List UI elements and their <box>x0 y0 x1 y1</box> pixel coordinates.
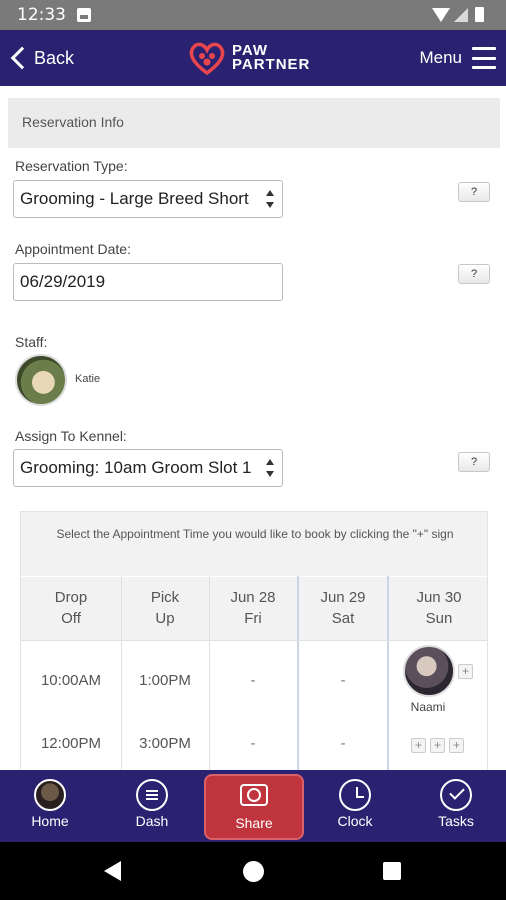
nav-share[interactable]: Share <box>204 774 304 840</box>
nav-home-label: Home <box>31 813 69 829</box>
row1-fri: - <box>250 672 256 689</box>
assign-kennel-label: Assign To Kennel: <box>15 428 127 444</box>
app-bar: Back PAW PARTNER Menu <box>0 30 506 86</box>
back-button[interactable]: Back <box>8 40 74 76</box>
appointment-date-label: Appointment Date: <box>15 241 131 257</box>
header-line: Fri <box>244 610 262 627</box>
nav-clock[interactable]: Clock <box>305 770 405 842</box>
logo-text: PAW PARTNER <box>232 43 311 73</box>
signal-icon <box>454 8 468 22</box>
reservation-type-label: Reservation Type: <box>15 158 128 174</box>
status-bar: 12:33 <box>0 0 506 30</box>
row1-drop-off: 10:00AM <box>40 672 102 689</box>
reservation-type-select[interactable]: Grooming - Large Breed Short <box>13 180 283 218</box>
booked-pet-avatar[interactable] <box>403 645 455 697</box>
row1-pick-up: 1:00PM <box>139 672 191 689</box>
schedule-instructions: Select the Appointment Time you would li… <box>21 512 487 576</box>
chevron-left-icon <box>10 46 34 70</box>
header-line: Jun 29 <box>320 589 366 606</box>
nav-tasks-label: Tasks <box>438 813 474 829</box>
assign-kennel-value: Grooming: 10am Groom Slot 1 <box>20 458 252 477</box>
dashboard-icon <box>136 779 168 811</box>
header-jun-28: Jun 28 Fri <box>209 577 297 640</box>
battery-icon <box>475 7 484 22</box>
camera-lens-icon <box>247 788 261 802</box>
reservation-type-value: Grooming - Large Breed Short <box>20 189 249 208</box>
staff-avatar[interactable] <box>15 354 67 406</box>
booked-pet-name: Naami <box>410 700 446 714</box>
menu-label: Menu <box>419 48 462 67</box>
header-line: Off <box>61 610 81 627</box>
add-slot-button[interactable]: + <box>430 738 445 753</box>
header-line: Jun 28 <box>230 589 276 606</box>
row2-sat: - <box>340 735 346 752</box>
avatar-icon <box>34 779 66 811</box>
heart-paw-logo-icon <box>189 42 225 75</box>
select-arrows-icon <box>266 459 274 477</box>
system-recents-icon[interactable] <box>383 862 401 880</box>
system-nav-bar <box>0 842 506 900</box>
row-divider <box>21 640 487 641</box>
reservation-type-help-button[interactable]: ? <box>458 182 490 202</box>
header-drop-off: Drop Off <box>21 577 121 640</box>
header-line: Sat <box>331 610 355 627</box>
staff-label: Staff: <box>15 334 48 350</box>
assign-kennel-select[interactable]: Grooming: 10am Groom Slot 1 <box>13 449 283 487</box>
logo-line2: PARTNER <box>232 56 311 73</box>
appointment-schedule-table: Select the Appointment Time you would li… <box>20 511 488 773</box>
assign-kennel-help-button[interactable]: ? <box>458 452 490 472</box>
appointment-date-input[interactable]: 06/29/2019 <box>13 263 283 301</box>
select-arrows-icon <box>266 190 274 208</box>
header-jun-29: Jun 29 Sat <box>299 577 387 640</box>
staff-name: Katie <box>75 373 101 385</box>
add-slot-button[interactable]: + <box>449 738 464 753</box>
section-title: Reservation Info <box>8 98 500 148</box>
system-back-icon[interactable] <box>104 861 121 881</box>
clock-icon <box>339 779 371 811</box>
header-line: Jun 30 <box>416 589 462 606</box>
header-line: Sun <box>425 610 453 627</box>
column-divider <box>387 576 389 772</box>
add-slot-button[interactable]: + <box>411 738 426 753</box>
row2-drop-off: 12:00PM <box>40 735 102 752</box>
back-label: Back <box>34 47 75 68</box>
image-notification-icon <box>77 8 91 22</box>
wifi-icon <box>432 8 450 22</box>
row2-pick-up: 3:00PM <box>139 735 191 752</box>
nav-tasks[interactable]: Tasks <box>406 770 506 842</box>
header-line: Drop <box>54 589 88 606</box>
header-line: Pick <box>150 589 180 606</box>
row2-fri: - <box>250 735 256 752</box>
nav-dash-label: Dash <box>135 813 169 829</box>
system-home-icon[interactable] <box>243 861 264 882</box>
nav-home[interactable]: Home <box>0 770 100 842</box>
bottom-nav: Home Dash Share Clock Tasks <box>0 770 506 842</box>
nav-dash[interactable]: Dash <box>102 770 202 842</box>
menu-button[interactable]: Menu <box>419 40 496 76</box>
status-time: 12:33 <box>17 5 66 25</box>
row1-sat: - <box>340 672 346 689</box>
paw-partner-logo: PAW PARTNER <box>188 40 328 76</box>
hamburger-icon <box>472 47 496 69</box>
header-jun-30: Jun 30 Sun <box>389 577 487 640</box>
add-slot-button[interactable]: + <box>458 664 473 679</box>
nav-clock-label: Clock <box>337 813 373 829</box>
appointment-date-help-button[interactable]: ? <box>458 264 490 284</box>
header-pick-up: Pick Up <box>121 577 209 640</box>
nav-share-label: Share <box>235 815 273 831</box>
check-icon <box>440 779 472 811</box>
status-icons <box>432 6 492 24</box>
header-line: Up <box>155 610 175 627</box>
